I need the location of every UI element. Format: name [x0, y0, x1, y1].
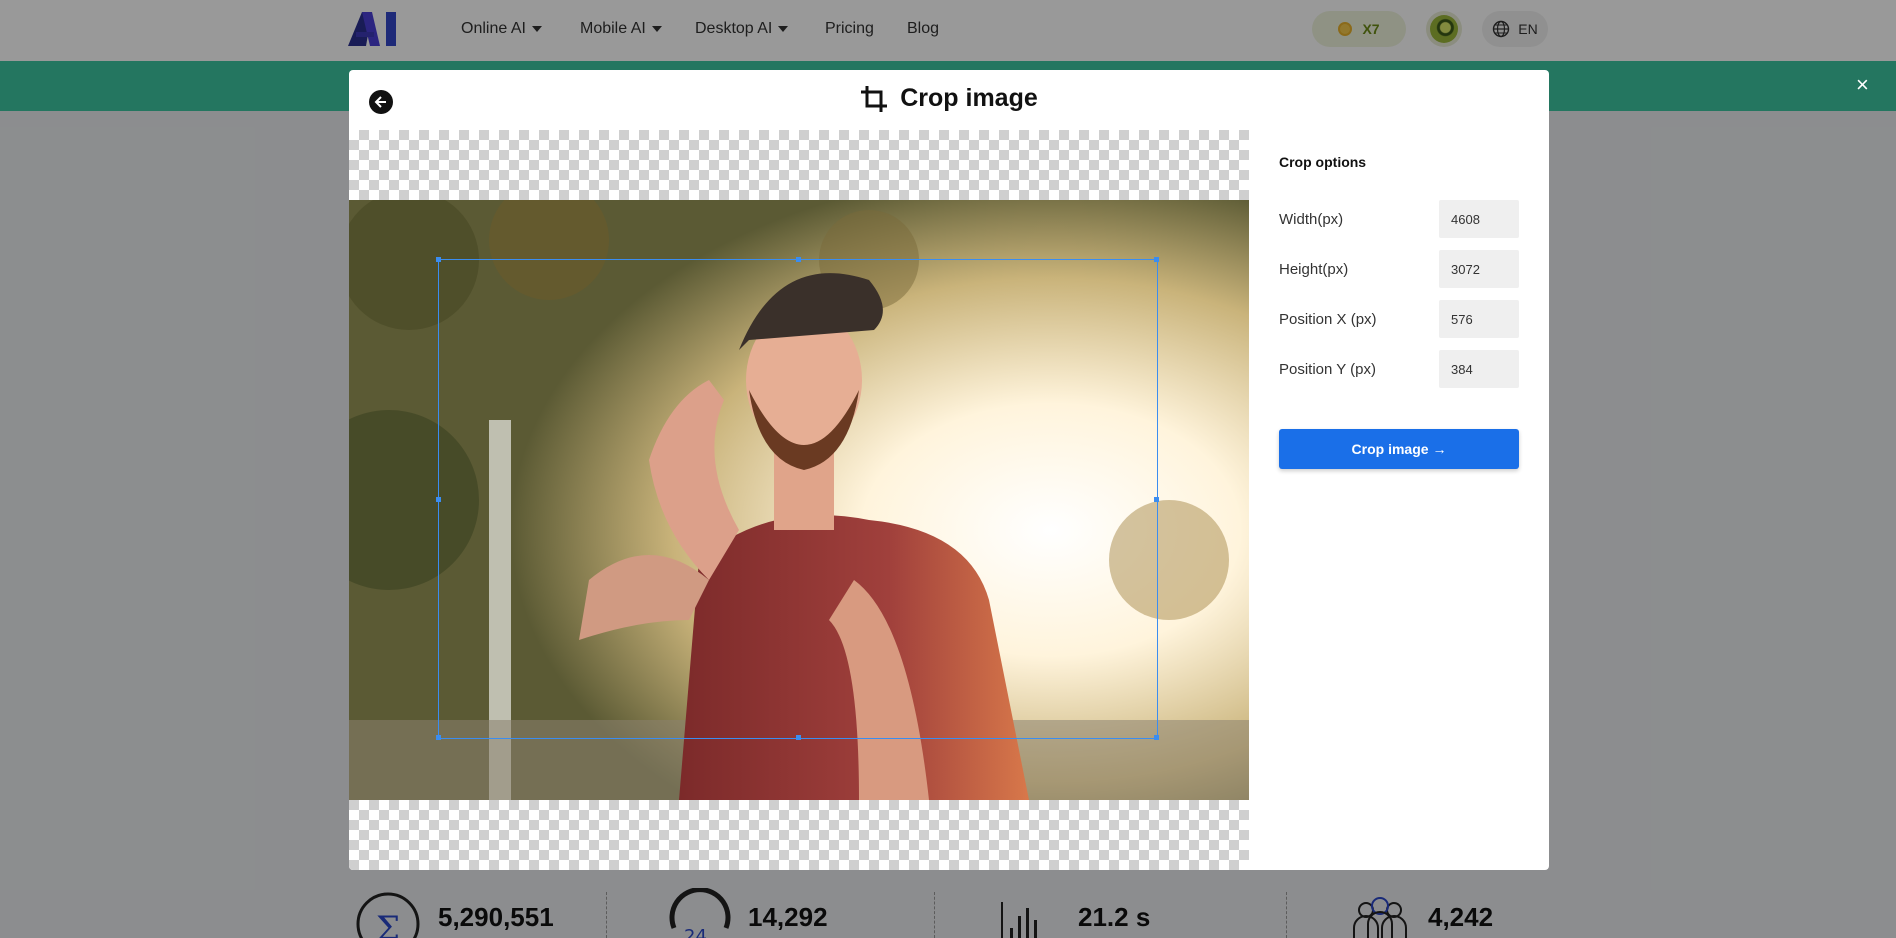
position-x-input[interactable] [1439, 300, 1519, 338]
position-x-field-row: Position X (px) [1279, 300, 1519, 338]
crop-handle-right[interactable] [1154, 497, 1159, 502]
position-y-input[interactable] [1439, 350, 1519, 388]
crop-handle-top[interactable] [796, 257, 801, 262]
crop-handle-left[interactable] [436, 497, 441, 502]
crop-selection-box[interactable] [436, 257, 1159, 740]
crop-options-panel: Crop options Width(px) Height(px) Positi… [1249, 130, 1549, 870]
position-y-label: Position Y (px) [1279, 360, 1376, 378]
height-field-row: Height(px) [1279, 250, 1519, 288]
crop-handle-bottom-left[interactable] [436, 735, 441, 740]
width-label: Width(px) [1279, 210, 1344, 228]
crop-handle-bottom[interactable] [796, 735, 801, 740]
position-y-field-row: Position Y (px) [1279, 350, 1519, 388]
modal-header: Crop image [349, 70, 1549, 130]
crop-image-button[interactable]: Crop image → [1279, 429, 1519, 469]
position-x-label: Position X (px) [1279, 310, 1377, 328]
crop-handle-top-right[interactable] [1154, 257, 1159, 262]
modal-title-text: Crop image [900, 84, 1038, 112]
crop-handle-top-left[interactable] [436, 257, 441, 262]
height-label: Height(px) [1279, 260, 1349, 278]
crop-canvas[interactable] [349, 130, 1249, 870]
crop-modal: Crop image Crop options Width(px) 4608 H… [349, 70, 1549, 870]
width-input[interactable] [1439, 200, 1519, 238]
crop-icon [861, 85, 888, 112]
crop-options-title: Crop options [1279, 154, 1367, 170]
width-field-row: Width(px) [1279, 200, 1519, 238]
height-input[interactable] [1439, 250, 1519, 288]
modal-title: Crop image [349, 84, 1549, 113]
close-icon[interactable]: × [1856, 74, 1869, 96]
crop-handle-bottom-right[interactable] [1154, 735, 1159, 740]
